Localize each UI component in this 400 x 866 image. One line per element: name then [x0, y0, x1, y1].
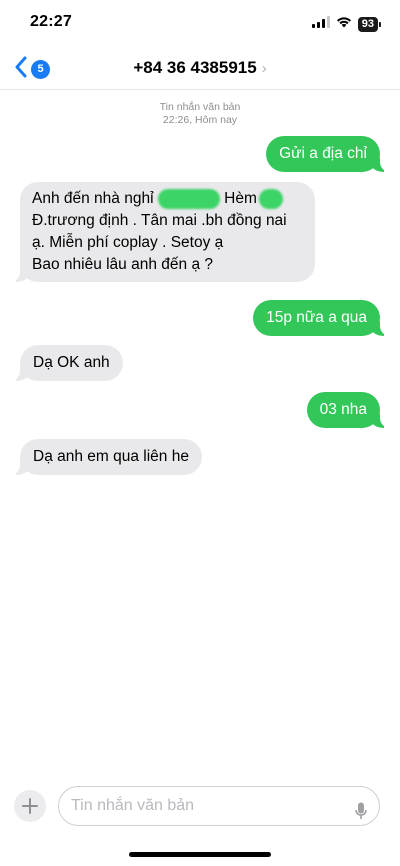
message-input[interactable]: Tin nhắn văn bản: [58, 786, 380, 826]
message-meta: Tin nhắn văn bản 22:26, Hôm nay: [0, 101, 400, 127]
message-bubble-outgoing[interactable]: Gửi a địa chỉ: [266, 136, 390, 172]
message-text: 03 nha: [319, 401, 367, 418]
status-icons: 93: [311, 15, 382, 33]
battery-indicator: 93: [357, 16, 382, 32]
redaction-mark: [258, 188, 283, 209]
redaction-mark: [157, 188, 220, 209]
message-line: Bao nhiêu lâu anh đến ạ ?: [32, 256, 213, 273]
contact-number: +84 36 4385915: [133, 58, 257, 77]
add-attachment-button[interactable]: [14, 790, 46, 822]
message-text: Gửi a địa chỉ: [279, 145, 367, 162]
message-composer: Tin nhắn văn bản: [0, 782, 400, 832]
message-line: ạ. Miễn phí coplay . Setoy ạ: [32, 234, 224, 251]
message-timestamp: 22:26, Hôm nay: [162, 114, 238, 126]
message-bubble-incoming[interactable]: Anh đến nhà nghỉ Hèm Đ.trương định . Tân…: [10, 182, 315, 282]
message-bubble-outgoing[interactable]: 03 nha: [306, 392, 391, 428]
cellular-signal-icon: [311, 15, 330, 33]
message-bubble-incoming[interactable]: Dạ anh em qua liên he: [10, 439, 202, 475]
message-bubble-outgoing[interactable]: 15p nữa a qua: [253, 300, 390, 336]
message-bubble-incoming[interactable]: Dạ OK anh: [10, 345, 123, 381]
conversation-header: 5 +84 36 4385915 ›: [0, 48, 400, 90]
wifi-icon: [336, 15, 352, 33]
message-line: Anh đến nhà nghỉ Hèm: [32, 188, 303, 210]
home-indicator[interactable]: [129, 852, 271, 857]
message-type-label: Tin nhắn văn bản: [159, 101, 241, 113]
message-input-placeholder: Tin nhắn văn bản: [71, 797, 195, 814]
status-time: 22:27: [30, 13, 72, 30]
message-line: Đ.trương định . Tân mai .bh đồng nai: [32, 212, 287, 229]
chevron-right-icon: ›: [261, 60, 267, 77]
message-text: Dạ OK anh: [33, 354, 110, 371]
message-text: Dạ anh em qua liên he: [33, 448, 189, 465]
message-text: 15p nữa a qua: [266, 309, 367, 326]
contact-title[interactable]: +84 36 4385915 ›: [0, 58, 400, 78]
status-bar: 22:27 93: [0, 0, 400, 46]
microphone-icon[interactable]: [355, 797, 367, 835]
